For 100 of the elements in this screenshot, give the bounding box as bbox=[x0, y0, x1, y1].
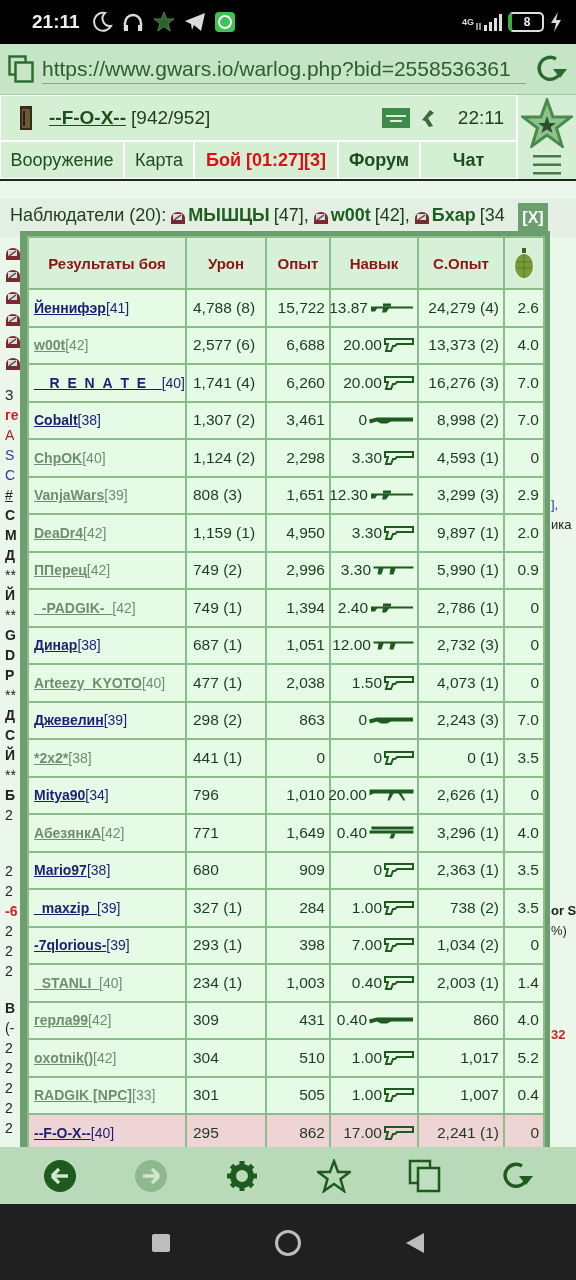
player-link[interactable]: Mitya90 bbox=[34, 787, 86, 804]
table-cell: 5.2 bbox=[504, 1039, 544, 1077]
table-cell: 0.9 bbox=[504, 551, 544, 589]
player-link[interactable]: w00t bbox=[34, 337, 66, 354]
player-link[interactable]: ППерец bbox=[34, 562, 87, 579]
player-level: [42] bbox=[65, 337, 89, 354]
skill-value: 20.00 bbox=[328, 786, 367, 805]
player-link[interactable]: Йеннифэр bbox=[34, 299, 106, 316]
table-cell: 3,461 bbox=[266, 401, 330, 439]
nav-tab[interactable]: Форум bbox=[338, 141, 420, 179]
player-level: [39] bbox=[104, 487, 128, 504]
player-level: [38] bbox=[77, 637, 101, 654]
table-cell: 1,003 bbox=[266, 964, 330, 1002]
nav-tab[interactable]: Вооружение bbox=[0, 141, 124, 179]
nav-tab[interactable]: Чат bbox=[420, 141, 517, 179]
text-fragment: S bbox=[5, 446, 16, 465]
nav-tab[interactable]: Карта bbox=[124, 141, 194, 179]
skill-value: 3.30 bbox=[351, 523, 382, 542]
player-link[interactable]: RADGIK [NPC] bbox=[34, 1087, 132, 1104]
clan-icon bbox=[413, 211, 430, 225]
player-link[interactable]: Джевелин bbox=[34, 712, 104, 729]
tabs-icon[interactable] bbox=[8, 55, 34, 83]
nav-tab[interactable]: Бой [01:27][3] bbox=[194, 141, 338, 179]
player-level: [38] bbox=[77, 412, 101, 429]
table-cell: 4,073 (1) bbox=[418, 664, 504, 702]
table-cell: 5,990 (1) bbox=[418, 551, 504, 589]
player-link[interactable]: ChpOK bbox=[34, 449, 83, 466]
text-fragment: 2 bbox=[5, 1119, 14, 1138]
table-cell: 2,577 (6) bbox=[186, 326, 266, 364]
table-cell: 16,276 (3) bbox=[418, 364, 504, 402]
text-fragment: 2 bbox=[5, 882, 14, 901]
player-link[interactable]: --F-O-X-- bbox=[34, 1124, 91, 1141]
observer-link[interactable]: w00t bbox=[330, 205, 371, 226]
table-cell: 1,159 (1) bbox=[186, 514, 266, 552]
table-cell: 2,241 (1) bbox=[418, 1114, 504, 1147]
back-icon[interactable] bbox=[42, 1158, 77, 1193]
star-icon[interactable] bbox=[521, 98, 573, 148]
home-icon[interactable] bbox=[274, 1229, 302, 1257]
star-icon bbox=[152, 11, 175, 33]
player-link[interactable]: *2x2* bbox=[34, 749, 69, 766]
player-link[interactable]: VanjaWars bbox=[34, 487, 105, 504]
player-link[interactable]: Динар bbox=[34, 637, 78, 654]
mail-icon[interactable] bbox=[381, 108, 410, 128]
player-link[interactable]: АбезянкА bbox=[34, 824, 102, 841]
text-fragment: ** bbox=[5, 686, 17, 705]
player-link[interactable]: Arteezy_KYOTO bbox=[34, 674, 142, 691]
player-link[interactable]: __R_E_N_A_T_E__ bbox=[34, 374, 162, 391]
clan-icon bbox=[170, 211, 187, 225]
table-cell: 680 bbox=[186, 851, 266, 889]
player-link[interactable]: Mario97 bbox=[34, 862, 87, 879]
back-icon[interactable] bbox=[404, 1232, 425, 1254]
player-link[interactable]: герла99 bbox=[34, 1012, 89, 1029]
player-link[interactable]: _maxzip_ bbox=[34, 899, 98, 916]
recents-icon[interactable] bbox=[151, 1233, 172, 1253]
column-header: Навык bbox=[330, 237, 418, 289]
text-fragment: Й bbox=[5, 745, 17, 765]
clan-icon bbox=[5, 357, 21, 371]
table-cell: 284 bbox=[266, 889, 330, 927]
player-link[interactable]: Cobalt bbox=[34, 412, 78, 429]
player-link[interactable]: -7qlorious- bbox=[34, 937, 107, 954]
player-level: [42] bbox=[86, 562, 111, 579]
gun-icon bbox=[384, 975, 414, 990]
column-header: Опыт bbox=[266, 237, 330, 289]
gun-icon bbox=[384, 338, 414, 353]
chat-app-icon bbox=[214, 12, 235, 32]
table-cell: 298 (2) bbox=[186, 701, 266, 739]
observer-link[interactable]: Бхар bbox=[431, 205, 476, 226]
player-link[interactable]: _-PADGIK-_ bbox=[34, 599, 113, 616]
text-fragment: ** bbox=[5, 606, 17, 625]
table-cell: 2,003 (1) bbox=[418, 964, 504, 1002]
table-cell: 4.0 bbox=[504, 814, 544, 852]
menu-icon[interactable] bbox=[533, 154, 561, 176]
settings-icon[interactable] bbox=[225, 1158, 260, 1193]
table-cell: 4,950 bbox=[266, 514, 330, 552]
text-fragment: Б bbox=[5, 786, 17, 805]
star-icon[interactable] bbox=[316, 1158, 351, 1193]
skill-value: 1.00 bbox=[351, 1086, 382, 1105]
observers-label: Наблюдатели (20): bbox=[10, 205, 167, 226]
text-fragment: Р bbox=[5, 666, 16, 685]
gun-icon bbox=[370, 490, 414, 501]
network-label: 4G bbox=[462, 17, 474, 27]
table-cell: 293 (1) bbox=[186, 926, 266, 964]
skill-value: 1.00 bbox=[351, 898, 382, 917]
player-link[interactable]: DeaDr4 bbox=[34, 524, 84, 541]
observer-link[interactable]: МЫШЦЫ bbox=[188, 205, 270, 226]
door-icon bbox=[19, 105, 33, 131]
table-cell: 234 (1) bbox=[186, 964, 266, 1002]
text-fragment: 2 bbox=[5, 862, 14, 881]
table-cell: 0 bbox=[504, 776, 544, 814]
tabs-icon[interactable] bbox=[407, 1158, 442, 1193]
text-fragment: В bbox=[5, 999, 17, 1018]
player-link[interactable]: --F-O-X-- bbox=[49, 107, 127, 129]
text-fragment: or S bbox=[551, 902, 576, 920]
gun-icon bbox=[384, 1050, 414, 1065]
player-link[interactable]: oxotnik() bbox=[34, 1049, 94, 1066]
player-level: [34] bbox=[85, 787, 109, 804]
text-fragment: Й bbox=[5, 585, 17, 605]
skill-value: 0 bbox=[358, 411, 367, 430]
gun-icon bbox=[384, 750, 414, 765]
player-link[interactable]: _STANLI_ bbox=[34, 974, 100, 991]
